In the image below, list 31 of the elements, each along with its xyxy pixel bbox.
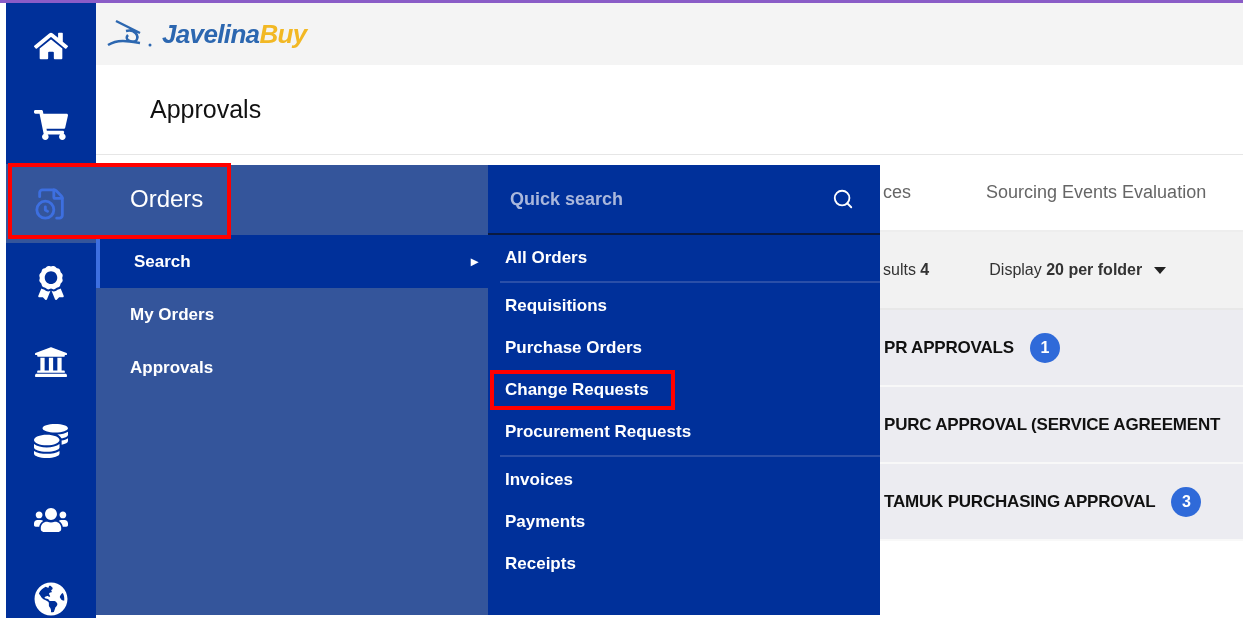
folder-name: TAMUK PURCHASING APPROVAL (884, 490, 1156, 513)
display-dropdown[interactable]: Display 20 per folder (989, 258, 1167, 282)
javelin-logo-icon (106, 19, 154, 49)
menu-item[interactable]: Search ▸ (96, 235, 488, 288)
results-count: sults 4 (883, 260, 930, 280)
bank-icon (34, 344, 68, 379)
tab[interactable]: Sourcing Events Evaluation (986, 179, 1207, 206)
menu-link[interactable]: Requisitions (490, 286, 633, 326)
menu-link[interactable]: All Orders (490, 238, 614, 278)
logo-text: JavelinaBuy (162, 17, 307, 51)
quick-search-field[interactable]: Quick search (510, 185, 790, 213)
menu-link[interactable]: Change Requests (490, 370, 675, 410)
folder-name: PURC APPROVAL (SERVICE AGREEMENT (884, 413, 1221, 436)
search-icon (832, 188, 854, 210)
globe-icon (34, 581, 68, 616)
count-badge: 3 (1171, 486, 1202, 517)
cart-icon (34, 107, 68, 142)
menu-link[interactable]: Procurement Requests (490, 412, 718, 452)
menu-link[interactable]: Purchase Orders (490, 328, 668, 368)
menu-link[interactable]: Receipts (490, 544, 602, 584)
menu-item[interactable]: My Orders (96, 288, 488, 341)
folder-name: PR APPROVALS (884, 336, 1014, 359)
menu-link[interactable]: Payments (490, 502, 612, 542)
tab[interactable]: ces (883, 179, 911, 206)
count-badge: 1 (1029, 332, 1060, 363)
caret-down-icon (1154, 266, 1167, 274)
coins-icon (34, 423, 68, 458)
page-title: Approvals (150, 93, 262, 125)
menu-title: Orders (130, 185, 204, 212)
menu-link[interactable]: Invoices (490, 460, 600, 500)
menu-item[interactable]: Approvals (96, 341, 488, 394)
